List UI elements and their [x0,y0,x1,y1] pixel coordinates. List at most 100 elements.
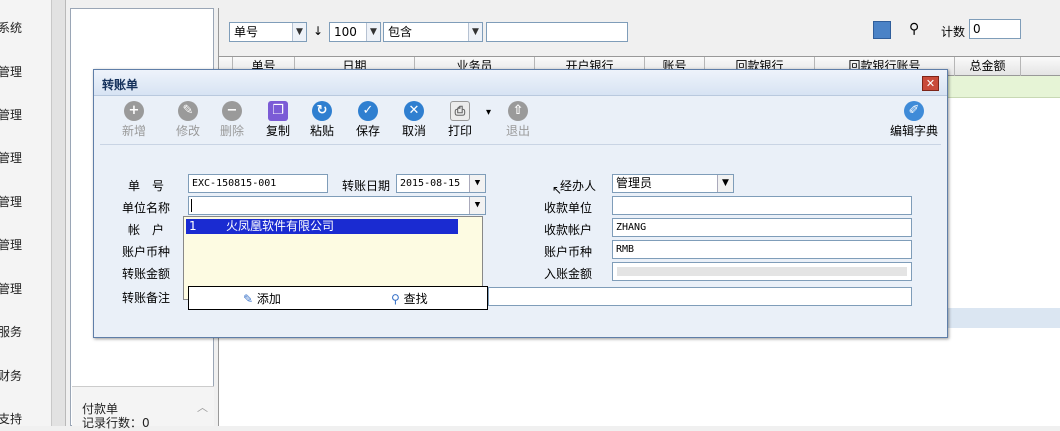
print-label: 打印 [447,124,472,138]
edit-button[interactable]: ✎ 修改 [168,101,208,139]
close-button[interactable]: ✕ [922,76,939,91]
find-label: 查找 [403,292,428,306]
nav-item-management-1[interactable]: 管理 [0,60,52,84]
dialog-titlebar[interactable]: 转账单 ✕ [94,70,947,96]
operator-value: 包含 [388,25,413,39]
chevron-down-icon: ▼ [292,23,306,41]
nav-item-management-2[interactable]: 管理 [0,103,52,127]
nav-item-management-5[interactable]: 管理 [0,233,52,257]
new-label: 新增 [121,124,146,138]
recv-account-label: 收款帐户 [544,223,593,237]
search-image-icon[interactable] [873,21,891,39]
delete-button[interactable]: − 删除 [212,101,252,139]
in-amount-value [617,267,907,276]
nav-item-service[interactable]: 服务 [0,320,52,344]
sort-desc-icon[interactable]: ↓ [313,24,323,38]
sidebar-splitter[interactable] [52,0,66,426]
search-field-select[interactable]: 单号 ▼ [229,22,307,42]
in-amount-field [612,262,912,281]
main-nav-sidebar: 系统 管理 管理 管理 管理 管理 管理 服务 财务 支持 [0,0,52,426]
remark-field[interactable] [488,287,912,306]
doc-no-field[interactable]: EXC-150815-001 [188,174,328,193]
search-bar: 单号 ▼ ↓ 100 ▼ 包含 ▼ ⚲ 计数 0 [219,8,1060,56]
add-button[interactable]: ✎ 添加 [243,290,281,307]
list-item[interactable]: 1 火凤凰软件有限公司 [186,219,458,234]
cancel-button[interactable]: ✕ 取消 [394,101,434,139]
nav-item-management-4[interactable]: 管理 [0,190,52,214]
recv-account-field[interactable]: ZHANG [612,218,912,237]
page-size-value: 100 [334,25,357,39]
binoculars-icon[interactable]: ⚲ [909,21,919,37]
find-button[interactable]: ⚲ 查找 [391,290,428,307]
date-field[interactable]: 2015-08-15 ▼ [396,174,486,193]
search-icon: ⚲ [391,292,400,306]
text-cursor [191,199,192,212]
print-button[interactable]: ⎙ 打印 [440,101,480,139]
edit-icon: ✎ [178,101,198,121]
printer-icon: ⎙ [450,101,470,121]
handler-value: 管理员 [616,176,653,190]
exit-label: 退出 [505,124,530,138]
new-button[interactable]: + 新增 [114,101,154,139]
dropdown-footer: ✎ 添加 ⚲ 查找 [188,286,488,310]
col-total[interactable]: 总金额 [955,57,1021,76]
count-label: 计数 [941,25,966,39]
operator-select[interactable]: 包含 ▼ [383,22,483,42]
recv-currency-field[interactable]: RMB [612,240,912,259]
save-label: 保存 [355,124,380,138]
exit-icon: ⇧ [508,101,528,121]
nav-item-management-3[interactable]: 管理 [0,146,52,170]
save-button[interactable]: ✓ 保存 [348,101,388,139]
delete-label: 删除 [219,124,244,138]
remark-label: 转账备注 [122,291,171,305]
chevron-down-icon: ▼ [469,175,485,192]
edit-label: 修改 [175,124,200,138]
company-label: 单位名称 [122,201,171,215]
chevron-down-icon: ▼ [469,197,485,214]
copy-label: 复制 [265,124,290,138]
cancel-icon: ✕ [404,101,424,121]
chevron-down-icon: ▼ [717,175,733,192]
currency-label: 账户币种 [122,245,171,259]
company-field[interactable]: ▼ [188,196,486,215]
in-amount-label: 入账金额 [544,267,593,281]
cancel-label: 取消 [401,124,426,138]
nav-item-management-6[interactable]: 管理 [0,277,52,301]
transfer-dialog: 转账单 ✕ + 新增 ✎ 修改 − 删除 ❐ 复制 ↻ 粘贴 ✓ 保存 ✕ 取消 [93,69,948,338]
print-dropdown-icon[interactable]: ▾ [486,107,491,118]
chevron-down-icon: ▼ [366,23,380,41]
list-item-name: 火凤凰软件有限公司 [226,219,335,233]
list-item-number: 1 [189,219,197,233]
handler-field[interactable]: 管理员 ▼ [612,174,734,193]
recv-company-label: 收款单位 [544,201,593,215]
edit-dictionary-label: 编辑字典 [889,124,938,138]
recv-company-field[interactable] [612,196,912,215]
amount-label: 转账金额 [122,267,171,281]
page-size-select[interactable]: 100 ▼ [329,22,381,42]
search-field-value: 单号 [234,25,259,39]
count-field: 0 [969,19,1021,39]
minus-icon: − [222,101,242,121]
nav-item-support[interactable]: 支持 [0,407,52,431]
account-label: 帐 户 [128,223,165,237]
dialog-toolbar: + 新增 ✎ 修改 − 删除 ❐ 复制 ↻ 粘贴 ✓ 保存 ✕ 取消 ⎙ 打印 [94,97,947,141]
scroll-up-icon[interactable]: ︿ [197,399,208,415]
dictionary-icon: ✐ [904,101,924,121]
nav-item-finance[interactable]: 财务 [0,364,52,388]
date-label: 转账日期 [342,179,391,193]
tree-footer: 付款单 记录行数：0 ︿ [72,386,214,430]
copy-button[interactable]: ❐ 复制 [258,101,298,139]
edit-dictionary-button[interactable]: ✐ 编辑字典 [886,101,942,139]
search-input[interactable] [486,22,628,42]
paste-label: 粘贴 [309,124,334,138]
chevron-down-icon: ▼ [468,23,482,41]
check-icon: ✓ [358,101,378,121]
exit-button[interactable]: ⇧ 退出 [498,101,538,139]
paste-button[interactable]: ↻ 粘贴 [302,101,342,139]
nav-item-system[interactable]: 系统 [0,16,52,40]
recv-currency-label: 账户币种 [544,245,593,259]
dialog-title: 转账单 [102,78,139,92]
add-label: 添加 [256,292,281,306]
doc-no-label: 单 号 [128,179,165,193]
handler-label: 经办人 [560,179,597,193]
